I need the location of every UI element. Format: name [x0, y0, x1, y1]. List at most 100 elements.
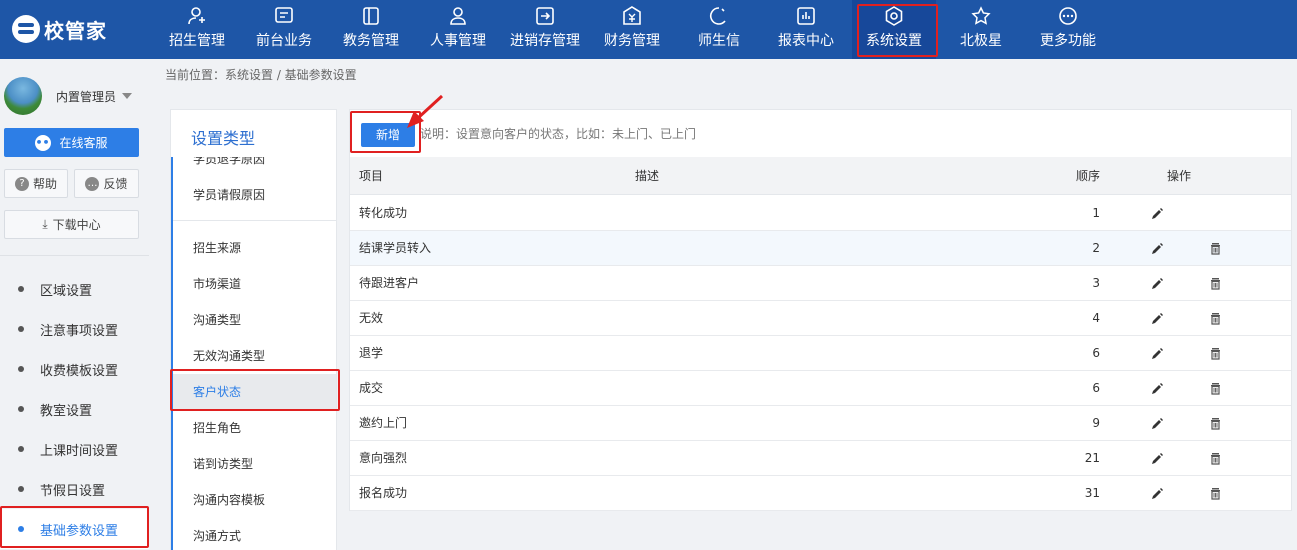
column-header-desc: 描述 [635, 169, 660, 183]
sidebar-item-region[interactable]: 区域设置 [0, 269, 149, 309]
nav-label: 北极星 [960, 33, 1002, 49]
nav-label: 人事管理 [430, 33, 486, 49]
column-header-action: 操作 [1167, 169, 1192, 183]
cell-item: 无效 [359, 311, 384, 325]
online-service-button[interactable]: ••• 在线客服 [4, 128, 139, 157]
trash-icon[interactable] [1209, 417, 1222, 430]
nav-item-frontdesk[interactable]: 前台业务 [242, 0, 326, 59]
top-nav-bar: 校管家 招生管理 前台业务 教务管理 人事管理 进销存管理 财务管理 师生信 报… [0, 0, 1297, 59]
type-item[interactable]: 学员退学原因 [173, 157, 336, 177]
edit-icon[interactable] [1150, 382, 1164, 396]
description-note: 说明：设置意向客户的状态，比如：未上门、已上门 [420, 127, 697, 141]
nav-label: 招生管理 [169, 33, 225, 49]
edit-icon[interactable] [1150, 417, 1164, 431]
type-item[interactable]: 招生角色 [173, 410, 336, 446]
bullet-icon [18, 326, 24, 332]
user-plus-icon [188, 7, 205, 25]
trash-icon[interactable] [1209, 242, 1222, 255]
cell-order: 3 [1092, 276, 1100, 290]
book-icon [363, 7, 379, 25]
nav-item-inventory[interactable]: 进销存管理 [503, 0, 587, 59]
type-item[interactable]: 学员请假原因 [173, 177, 336, 213]
nav-item-more[interactable]: 更多功能 [1026, 0, 1110, 59]
table-row[interactable]: 成交 6 [350, 371, 1291, 406]
sidebar-item-classroom[interactable]: 教室设置 [0, 389, 149, 429]
nav-item-hr[interactable]: 人事管理 [416, 0, 500, 59]
highlight-customer-status [170, 369, 340, 411]
table-row[interactable]: 转化成功 1 [350, 196, 1291, 231]
sidebar-item-fee-template[interactable]: 收费模板设置 [0, 349, 149, 389]
nav-label: 财务管理 [604, 33, 660, 49]
feedback-button[interactable]: … 反馈 [74, 169, 139, 198]
nav-item-recruit[interactable]: 招生管理 [155, 0, 239, 59]
table-row[interactable]: 退学 6 [350, 336, 1291, 371]
highlight-add-button [350, 111, 421, 153]
type-list-divider [173, 220, 336, 221]
nav-label: 报表中心 [778, 33, 834, 49]
app-logo[interactable]: 校管家 [12, 14, 107, 44]
edit-icon[interactable] [1150, 487, 1164, 501]
sidebar-item-notices[interactable]: 注意事项设置 [0, 309, 149, 349]
edit-icon[interactable] [1150, 312, 1164, 326]
cell-item: 成交 [359, 381, 384, 395]
nav-item-messages[interactable]: 师生信 [677, 0, 761, 59]
table-header: 项目 描述 顺序 操作 [350, 157, 1291, 195]
nav-label: 教务管理 [343, 33, 399, 49]
sidebar-item-label: 节假日设置 [40, 483, 106, 499]
bullet-icon [18, 286, 24, 292]
table-row[interactable]: 无效 4 [350, 301, 1291, 336]
settings-type-list[interactable]: 学员退学原因 学员请假原因 招生来源 市场渠道 沟通类型 无效沟通类型 客户状态… [171, 157, 336, 550]
cell-item: 意向强烈 [359, 451, 408, 465]
sidebar-divider [0, 255, 149, 256]
user-menu[interactable]: 内置管理员 [4, 75, 144, 117]
table-row[interactable]: 结课学员转入 2 [350, 231, 1291, 266]
nav-item-polaris[interactable]: 北极星 [939, 0, 1023, 59]
trash-icon[interactable] [1209, 277, 1222, 290]
trash-icon[interactable] [1209, 382, 1222, 395]
cell-item: 邀约上门 [359, 416, 408, 430]
nav-item-finance[interactable]: 财务管理 [590, 0, 674, 59]
sidebar-item-holidays[interactable]: 节假日设置 [0, 469, 149, 509]
download-icon: ⤓ [42, 217, 48, 231]
bullet-icon [18, 446, 24, 452]
edit-icon[interactable] [1150, 242, 1164, 256]
cell-order: 2 [1092, 241, 1100, 255]
sidebar-item-label: 区域设置 [40, 283, 93, 299]
trash-icon[interactable] [1209, 347, 1222, 360]
sidebar-item-label: 上课时间设置 [40, 443, 119, 459]
type-item[interactable]: 沟通类型 [173, 302, 336, 338]
feedback-label: 反馈 [103, 177, 128, 191]
cell-item: 结课学员转入 [359, 241, 432, 255]
type-item[interactable]: 招生来源 [173, 230, 336, 266]
type-item[interactable]: 沟通内容模板 [173, 482, 336, 518]
edit-icon[interactable] [1150, 347, 1164, 361]
help-button[interactable]: ? 帮助 [4, 169, 68, 198]
breadcrumb: 当前位置：系统设置 / 基础参数设置 [165, 68, 357, 82]
edit-icon[interactable] [1150, 452, 1164, 466]
type-item[interactable]: 市场渠道 [173, 266, 336, 302]
type-item[interactable]: 诺到访类型 [173, 446, 336, 482]
table-row[interactable]: 意向强烈 21 [350, 441, 1291, 476]
type-item[interactable]: 沟通方式 [173, 518, 336, 550]
trash-icon[interactable] [1209, 487, 1222, 500]
table-row[interactable]: 邀约上门 9 [350, 406, 1291, 441]
cell-item: 转化成功 [359, 206, 408, 220]
cell-order: 4 [1092, 311, 1100, 325]
chevron-down-icon [122, 93, 133, 99]
settings-type-title: 设置类型 [191, 129, 256, 148]
trash-icon[interactable] [1209, 312, 1222, 325]
edit-icon[interactable] [1150, 277, 1164, 291]
nav-item-academic[interactable]: 教务管理 [329, 0, 413, 59]
person-icon [450, 7, 466, 25]
table-row[interactable]: 待跟进客户 3 [350, 266, 1291, 301]
cell-order: 6 [1092, 381, 1100, 395]
inventory-icon [536, 7, 554, 25]
column-header-item: 项目 [359, 169, 384, 183]
cell-item: 报名成功 [359, 486, 408, 500]
trash-icon[interactable] [1209, 452, 1222, 465]
download-center-button[interactable]: ⤓ 下载中心 [4, 210, 139, 239]
sidebar-item-class-time[interactable]: 上课时间设置 [0, 429, 149, 469]
edit-icon[interactable] [1150, 207, 1164, 221]
nav-item-reports[interactable]: 报表中心 [764, 0, 848, 59]
table-row[interactable]: 报名成功 31 [350, 476, 1291, 511]
